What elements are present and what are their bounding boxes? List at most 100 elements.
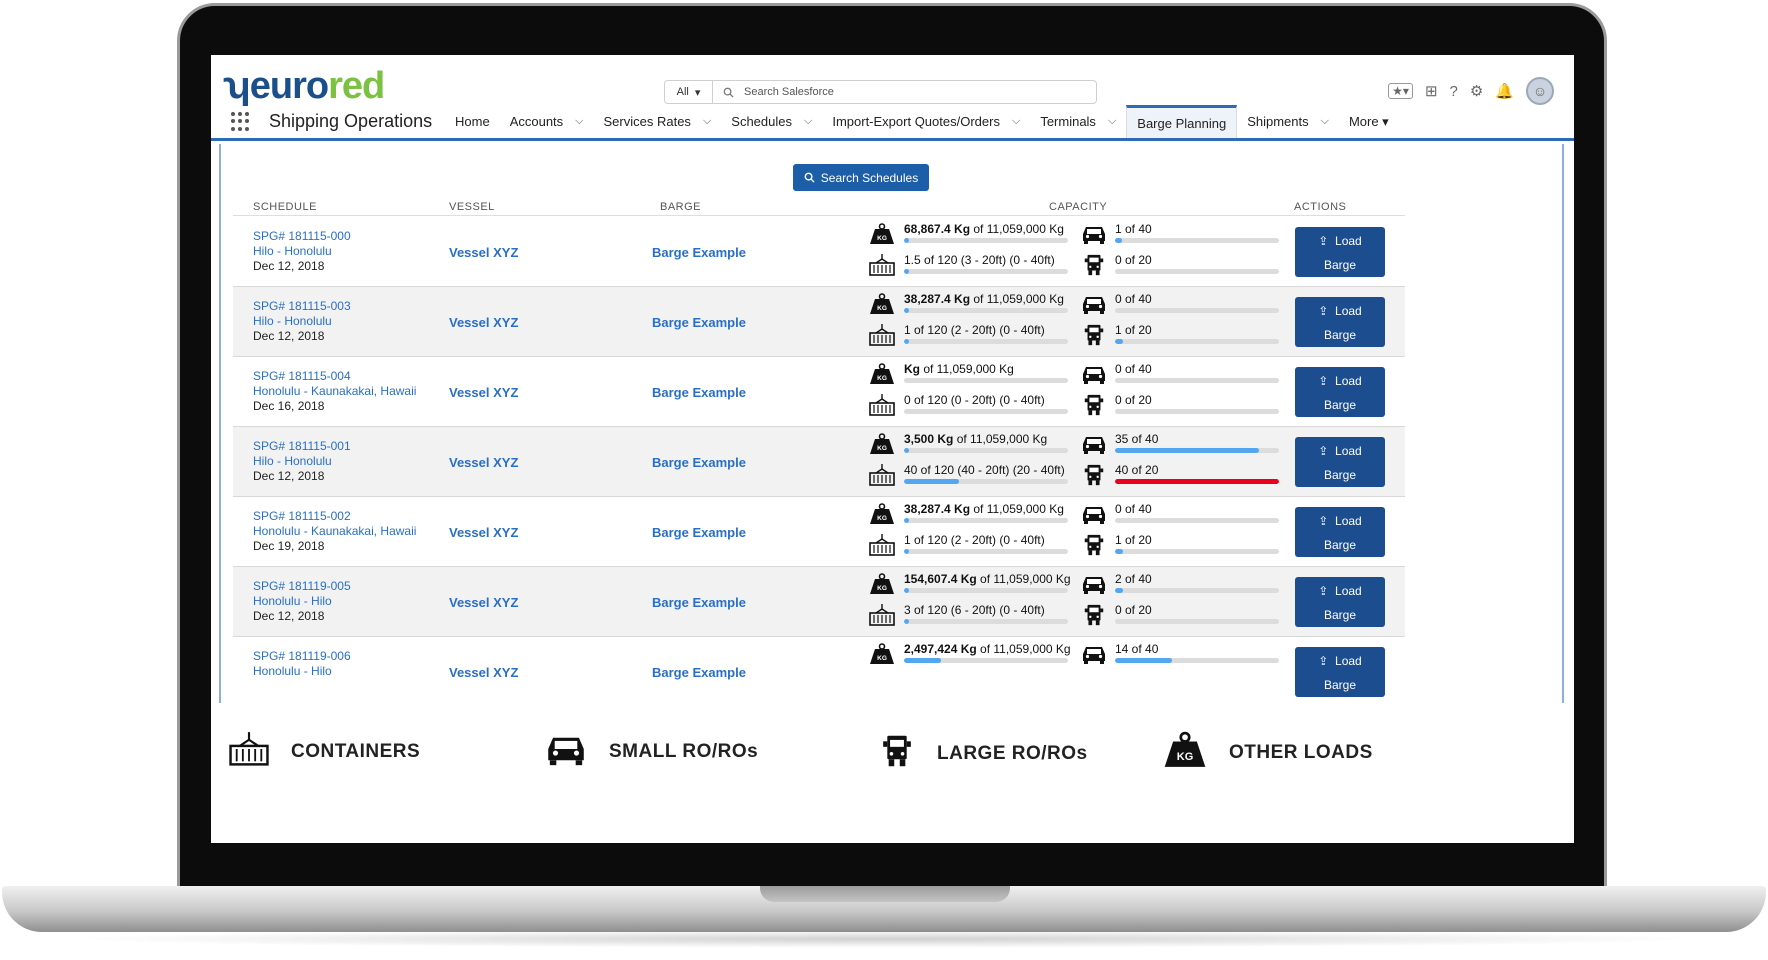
load-barge-button[interactable]: ⇪ Load Barge — [1295, 367, 1385, 417]
schedule-id-link[interactable]: SPG# 181115-003 — [253, 299, 351, 314]
chevron-down-icon[interactable]: ⌵ — [804, 115, 812, 128]
nav-tab-6[interactable]: Barge Planning — [1126, 105, 1238, 138]
chevron-down-icon[interactable]: ⌵ — [1321, 115, 1329, 128]
container-progress-bar — [904, 479, 1068, 484]
schedule-cell: SPG# 181115-003 Hilo - Honolulu Dec 12, … — [253, 299, 351, 344]
svg-text:KG: KG — [877, 375, 887, 382]
svg-text:KG: KG — [877, 515, 887, 522]
table-row: SPG# 181115-003 Hilo - Honolulu Dec 12, … — [233, 287, 1405, 357]
barge-link[interactable]: Barge Example — [652, 455, 746, 470]
schedule-id-link[interactable]: SPG# 181115-004 — [253, 369, 416, 384]
schedule-route-link[interactable]: Honolulu - Kaunakakai, Hawaii — [253, 524, 416, 539]
load-barge-label-2: Barge — [1323, 398, 1357, 412]
barge-link[interactable]: Barge Example — [652, 315, 746, 330]
app-launcher-grid-icon[interactable] — [231, 111, 251, 132]
search-input[interactable]: Search Salesforce — [713, 86, 834, 98]
svg-text:KG: KG — [877, 235, 887, 242]
large-roro-progress-fill — [1115, 339, 1124, 344]
barge-link[interactable]: Barge Example — [652, 385, 746, 400]
load-barge-label-2: Barge — [1323, 538, 1357, 552]
container-progress-fill — [904, 619, 909, 624]
schedule-route-link[interactable]: Honolulu - Hilo — [253, 594, 351, 609]
vessel-link[interactable]: Vessel XYZ — [449, 455, 518, 470]
help-icon[interactable]: ? — [1450, 83, 1458, 100]
small-roro-progress-fill — [1115, 658, 1173, 663]
favorites-star-icon[interactable]: ★▾ — [1388, 83, 1413, 99]
nav-tab-8[interactable]: More ▾ — [1339, 105, 1399, 138]
schedule-id-link[interactable]: SPG# 181115-000 — [253, 229, 351, 244]
schedule-route-link[interactable]: Honolulu - Kaunakakai, Hawaii — [253, 384, 416, 399]
load-label: Load — [1335, 304, 1362, 318]
global-actions-plus-icon[interactable]: ⊞ — [1425, 82, 1438, 100]
large-roro-progress-fill — [1115, 479, 1279, 484]
user-avatar[interactable]: ☺ — [1526, 77, 1554, 105]
search-scope-value: All — [676, 86, 689, 98]
car-icon — [1081, 433, 1107, 455]
nav-tab-3[interactable]: Schedules ⌵ — [721, 105, 822, 138]
search-schedules-button[interactable]: Search Schedules — [793, 164, 929, 191]
schedule-date: Dec 16, 2018 — [253, 399, 325, 413]
large-roro-text: 1 of 20 — [1115, 323, 1152, 337]
container-crane-icon — [869, 324, 895, 346]
load-barge-button[interactable]: ⇪ Load Barge — [1295, 507, 1385, 557]
load-barge-label-2: Barge — [1323, 258, 1357, 272]
vessel-link[interactable]: Vessel XYZ — [449, 385, 518, 400]
weight-value: 38,287.4 Kg — [904, 292, 971, 306]
container-crane-icon — [869, 534, 895, 556]
barge-link[interactable]: Barge Example — [652, 595, 746, 610]
vessel-link[interactable]: Vessel XYZ — [449, 245, 518, 260]
vessel-link[interactable]: Vessel XYZ — [449, 525, 518, 540]
weight-value: 68,867.4 Kg — [904, 222, 971, 236]
vessel-link[interactable]: Vessel XYZ — [449, 665, 518, 680]
search-scope-select[interactable]: All ▾ — [665, 81, 713, 103]
schedule-route-link[interactable]: Hilo - Honolulu — [253, 244, 351, 259]
vessel-link[interactable]: Vessel XYZ — [449, 315, 518, 330]
brand-logo[interactable]: ʮeurored — [223, 65, 385, 108]
schedule-id-link[interactable]: SPG# 181115-001 — [253, 439, 351, 454]
container-crane-icon — [229, 731, 269, 772]
schedule-id-link[interactable]: SPG# 181115-002 — [253, 509, 416, 524]
barge-link[interactable]: Barge Example — [652, 665, 746, 680]
small-roro-progress-bar — [1115, 518, 1279, 523]
vessel-link[interactable]: Vessel XYZ — [449, 595, 518, 610]
setup-gear-icon[interactable]: ⚙ — [1470, 82, 1483, 100]
schedule-route-link[interactable]: Honolulu - Hilo — [253, 664, 351, 679]
load-barge-button[interactable]: ⇪ Load Barge — [1295, 647, 1385, 697]
nav-tab-label: Accounts — [509, 114, 564, 129]
load-barge-button[interactable]: ⇪ Load Barge — [1295, 297, 1385, 347]
large-roro-progress-fill — [1115, 549, 1124, 554]
small-roro-progress-fill — [1115, 238, 1122, 243]
nav-tab-label: Import-Export Quotes/Orders — [832, 114, 1000, 129]
schedule-route-link[interactable]: Hilo - Honolulu — [253, 314, 351, 329]
load-barge-button[interactable]: ⇪ Load Barge — [1295, 437, 1385, 487]
load-barge-label-1: ⇪ Load — [1295, 444, 1385, 458]
global-search[interactable]: All ▾ Search Salesforce — [664, 80, 1097, 104]
schedule-id-link[interactable]: SPG# 181119-005 — [253, 579, 351, 594]
kg-weight-icon: KG — [869, 433, 895, 455]
search-schedules-label: Search Schedules — [820, 170, 919, 185]
small-roro-progress-bar — [1115, 308, 1279, 313]
chevron-down-icon[interactable]: ⌵ — [1108, 115, 1116, 128]
notifications-bell-icon[interactable]: 🔔 — [1495, 82, 1514, 100]
chevron-down-icon[interactable]: ⌵ — [575, 115, 583, 128]
weight-total: of 11,059,000 Kg — [970, 502, 1064, 516]
schedule-id-link[interactable]: SPG# 181119-006 — [253, 649, 351, 664]
barge-link[interactable]: Barge Example — [652, 245, 746, 260]
small-roro-progress-bar — [1115, 448, 1279, 453]
nav-tab-7[interactable]: Shipments ⌵ — [1237, 105, 1339, 138]
nav-tab-1[interactable]: Accounts ⌵ — [500, 105, 594, 138]
large-roro-text: 40 of 20 — [1115, 463, 1159, 477]
nav-tab-0[interactable]: Home — [445, 105, 500, 138]
chevron-down-icon[interactable]: ⌵ — [703, 115, 711, 128]
nav-tab-2[interactable]: Services Rates ⌵ — [594, 105, 722, 138]
load-barge-button[interactable]: ⇪ Load Barge — [1295, 227, 1385, 277]
barge-link[interactable]: Barge Example — [652, 525, 746, 540]
nav-tab-4[interactable]: Import-Export Quotes/Orders ⌵ — [822, 105, 1030, 138]
load-barge-button[interactable]: ⇪ Load Barge — [1295, 577, 1385, 627]
chevron-down-icon[interactable]: ⌵ — [1012, 115, 1020, 128]
weight-progress-fill — [904, 308, 909, 313]
nav-tab-5[interactable]: Terminals ⌵ — [1030, 105, 1126, 138]
load-label: Load — [1335, 654, 1362, 668]
truck-icon — [1082, 323, 1108, 346]
schedule-route-link[interactable]: Hilo - Honolulu — [253, 454, 351, 469]
